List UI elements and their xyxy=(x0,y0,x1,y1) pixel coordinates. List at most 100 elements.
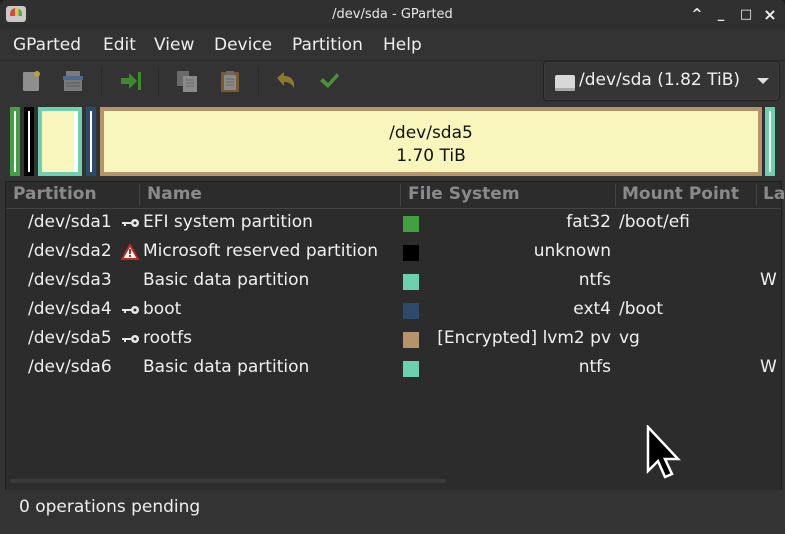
diskmap-partition-sda5[interactable]: /dev/sda5 1.70 TiB xyxy=(100,107,762,176)
diskmap-partition-sda6[interactable] xyxy=(765,107,775,176)
operations-pending-text: 0 operations pending xyxy=(19,497,201,517)
column-header-label[interactable]: La xyxy=(763,184,785,204)
diskmap-partition-sda1[interactable] xyxy=(10,107,20,176)
new-icon xyxy=(23,71,40,91)
chevron-down-icon xyxy=(757,78,769,84)
cell-file-system: [Encrypted] lvm2 pv xyxy=(437,328,611,348)
column-separator[interactable] xyxy=(756,184,757,206)
menu-view[interactable]: View xyxy=(154,35,194,55)
diskmap-partition-sda4[interactable] xyxy=(86,107,96,176)
used-space xyxy=(769,111,771,172)
cell-name: rootfs xyxy=(143,328,192,348)
column-separator[interactable] xyxy=(615,184,616,206)
filesystem-color-swatch xyxy=(403,332,419,348)
minimize-button[interactable]: _ xyxy=(712,6,730,24)
cell-mount-point: vg xyxy=(619,328,640,348)
resize-move-button[interactable] xyxy=(119,69,143,93)
cell-name: Microsoft reserved partition xyxy=(143,241,379,261)
used-space xyxy=(42,111,74,172)
resize-move-icon xyxy=(121,72,141,90)
copy-button[interactable] xyxy=(175,69,199,93)
warning-icon xyxy=(121,244,139,260)
toolbar-separator xyxy=(101,67,102,97)
key-icon xyxy=(122,306,139,314)
diskmap-partition-name: /dev/sda5 xyxy=(389,123,473,143)
menu-gparted[interactable]: GParted xyxy=(13,35,81,55)
shade-button[interactable]: ^ xyxy=(688,6,706,24)
cell-partition: /dev/sda4 xyxy=(28,299,112,319)
apply-icon xyxy=(320,73,339,88)
cell-file-system: ext4 xyxy=(573,299,611,319)
cell-label: W xyxy=(760,357,777,377)
table-row[interactable]: /dev/sda5 rootfs [Encrypted] lvm2 pv vg xyxy=(6,325,781,354)
maximize-button[interactable]: □ xyxy=(737,6,755,24)
new-partition-button[interactable] xyxy=(19,69,43,93)
filesystem-color-swatch xyxy=(403,216,419,232)
column-header-mount-point[interactable]: Mount Point xyxy=(622,184,739,204)
undo-button[interactable] xyxy=(274,69,298,93)
cell-file-system: ntfs xyxy=(578,357,611,377)
table-row[interactable]: /dev/sda2 Microsoft reserved partition unk… xyxy=(6,238,781,267)
status-bar: 0 operations pending xyxy=(0,490,785,534)
used-space xyxy=(14,111,16,172)
paste-button[interactable] xyxy=(218,69,242,93)
hard-drive-icon xyxy=(555,75,575,91)
cell-name: boot xyxy=(143,299,182,319)
filesystem-color-swatch xyxy=(403,303,419,319)
cell-partition: /dev/sda5 xyxy=(28,328,112,348)
menu-help[interactable]: Help xyxy=(383,35,422,55)
paste-icon xyxy=(221,71,239,92)
cell-name: Basic data partition xyxy=(143,270,310,290)
cell-name: Basic data partition xyxy=(143,357,310,377)
key-icon xyxy=(122,335,139,343)
toolbar-separator xyxy=(258,67,259,97)
cell-file-system: fat32 xyxy=(566,212,611,232)
column-separator[interactable] xyxy=(400,184,401,206)
diskmap-partition-sda2[interactable] xyxy=(24,107,34,176)
copy-icon xyxy=(177,71,197,92)
cell-file-system: unknown xyxy=(533,241,611,261)
device-selector-label: /dev/sda (1.82 TiB) xyxy=(579,70,741,90)
delete-icon xyxy=(63,71,83,91)
cell-file-system: ntfs xyxy=(578,270,611,290)
column-header-name[interactable]: Name xyxy=(147,184,202,204)
column-separator[interactable] xyxy=(139,184,140,206)
apply-button[interactable] xyxy=(317,69,341,93)
close-button[interactable]: × xyxy=(761,6,779,24)
diskmap-partition-sda3[interactable] xyxy=(38,107,82,176)
table-header: Partition Name File System Mount Point L… xyxy=(6,182,785,209)
column-header-partition[interactable]: Partition xyxy=(13,184,97,204)
cell-partition: /dev/sda2 xyxy=(28,241,112,261)
device-selector[interactable]: /dev/sda (1.82 TiB) xyxy=(543,61,780,101)
filesystem-color-swatch xyxy=(403,245,419,261)
menu-device[interactable]: Device xyxy=(214,35,272,55)
disk-map: /dev/sda5 1.70 TiB xyxy=(0,103,785,181)
used-space xyxy=(90,111,92,172)
menu-bar: GParted Edit View Device Partition Help xyxy=(0,30,785,61)
table-row[interactable]: /dev/sda1 EFI system partition fat32/boot/… xyxy=(6,209,781,238)
cell-label: W xyxy=(760,270,777,290)
menu-edit[interactable]: Edit xyxy=(103,35,136,55)
gparted-window: /dev/sda - GParted ^ _ □ × GParted Edit … xyxy=(0,0,785,534)
title-bar: /dev/sda - GParted ^ _ □ × xyxy=(0,0,785,30)
used-space xyxy=(28,111,30,172)
cell-partition: /dev/sda3 xyxy=(28,270,112,290)
delete-partition-button[interactable] xyxy=(61,69,85,93)
cell-partition: /dev/sda1 xyxy=(28,212,112,232)
cell-partition: /dev/sda6 xyxy=(28,357,112,377)
column-header-file-system[interactable]: File System xyxy=(408,184,520,204)
table-row[interactable]: /dev/sda4 boot ext4/boot xyxy=(6,296,781,325)
diskmap-partition-size: 1.70 TiB xyxy=(396,146,466,166)
filesystem-color-swatch xyxy=(403,361,419,377)
cell-name: EFI system partition xyxy=(143,212,313,232)
cell-mount-point: /boot xyxy=(619,299,663,319)
toolbar-separator xyxy=(158,67,159,97)
table-row[interactable]: /dev/sda6 Basic data partition ntfs W xyxy=(6,354,781,383)
window-title: /dev/sda - GParted xyxy=(332,7,453,22)
horizontal-scrollbar[interactable] xyxy=(10,479,446,483)
table-row[interactable]: /dev/sda3 Basic data partition ntfs W xyxy=(6,267,781,296)
menu-partition[interactable]: Partition xyxy=(292,35,363,55)
key-icon xyxy=(122,219,139,227)
cell-mount-point: /boot/efi xyxy=(619,212,690,232)
undo-icon xyxy=(277,72,295,88)
